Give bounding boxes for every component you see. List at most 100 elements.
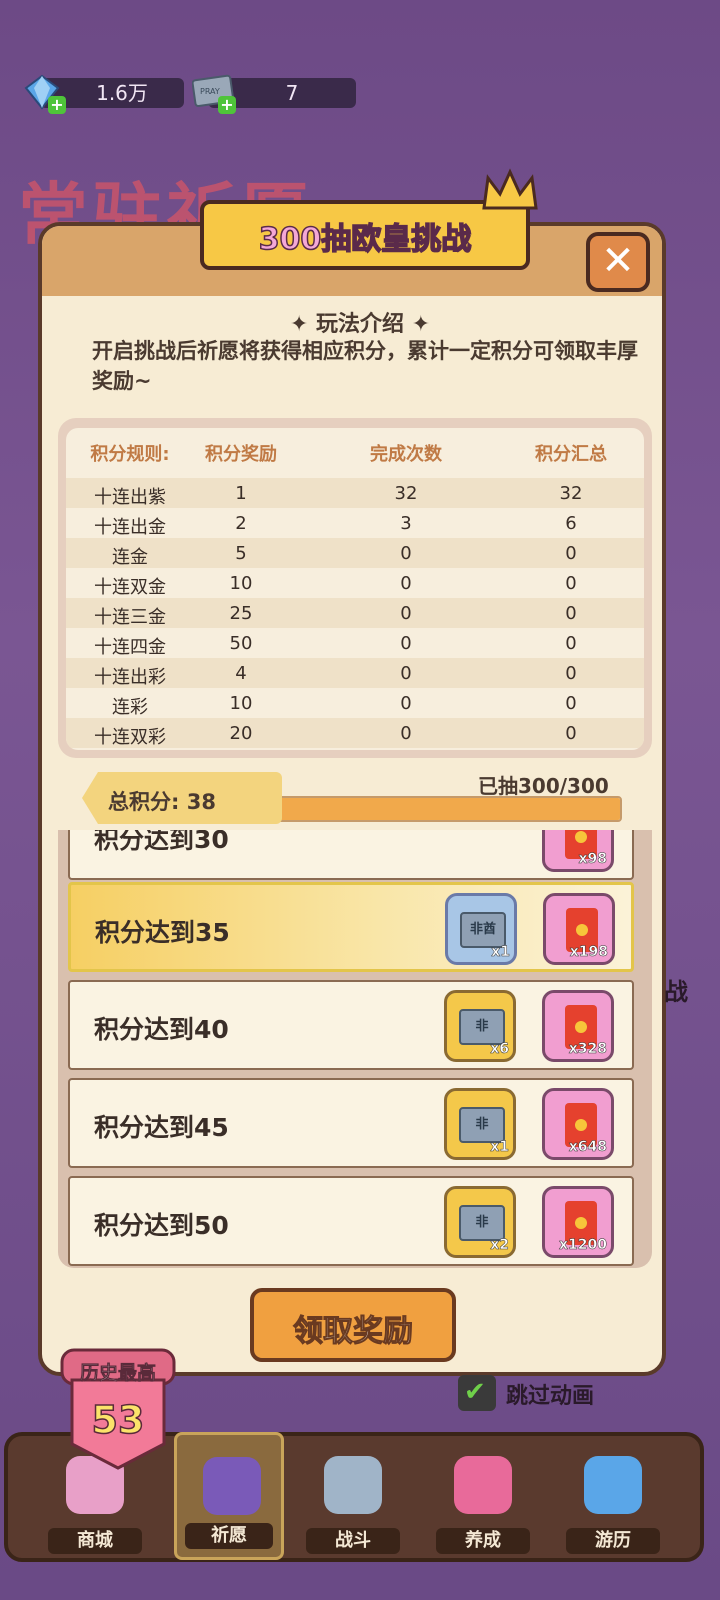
fei-ticket-icon[interactable]: 非酋 x1 <box>445 893 517 965</box>
reward-quantity: x1 <box>491 944 510 961</box>
reward-row[interactable]: 积分达到35 非酋 x1 x198 <box>68 882 634 972</box>
table-row: 十连三金 25 0 0 <box>66 598 644 628</box>
pray-card-icon <box>203 1457 261 1515</box>
reward-quantity: x98 <box>578 851 607 868</box>
progress-fill <box>276 798 620 820</box>
reward-threshold-label: 积分达到30 <box>94 830 229 854</box>
table-cell: 0 <box>565 603 577 624</box>
reward-quantity: x1 <box>490 1139 509 1156</box>
table-cell: 0 <box>565 663 577 684</box>
table-cell: 32 <box>559 483 583 504</box>
nav-label: 养成 <box>436 1528 530 1554</box>
table-cell: 50 <box>229 633 253 654</box>
progress-bar <box>274 796 622 822</box>
table-cell: 十连双金 <box>94 577 166 598</box>
ticket-text: 非酋 <box>469 922 496 937</box>
reward-threshold-label: 积分达到50 <box>94 1211 229 1240</box>
add-gem-button[interactable]: + <box>48 96 66 114</box>
red-envelope-icon[interactable]: x648 <box>542 1088 614 1160</box>
paw-icon <box>454 1456 512 1514</box>
reward-row[interactable]: 积分达到40 非 x6 x328 <box>68 980 634 1070</box>
reward-list[interactable]: 积分达到30 x98 积分达到35 非酋 x1 x198 积分达到40 非 x6 x328 积分达到… <box>58 830 652 1268</box>
fei-ticket-icon[interactable]: 非 x6 <box>444 990 516 1062</box>
table-row: 十连双彩 20 0 0 <box>66 718 644 748</box>
fei-ticket-icon[interactable]: 非 x1 <box>444 1088 516 1160</box>
table-cell: 4 <box>235 663 247 684</box>
table-cell: 1 <box>235 483 247 504</box>
table-cell: 3 <box>400 513 412 534</box>
table-cell: 20 <box>229 723 253 744</box>
close-button[interactable]: ✕ <box>586 232 650 292</box>
crown-icon <box>480 168 540 214</box>
claim-reward-button[interactable]: 领取奖励 <box>250 1288 456 1362</box>
red-envelope-icon[interactable]: x98 <box>542 830 614 872</box>
blue-gem-icon[interactable]: + <box>22 72 66 114</box>
skip-animation-label: 跳过动画 <box>506 1384 595 1409</box>
table-header: 积分规则: 积分奖励 完成次数 积分汇总 <box>66 428 644 470</box>
reward-row[interactable]: 积分达到50 非 x2 x1200 <box>68 1176 634 1266</box>
reward-row[interactable]: 积分达到30 x98 <box>68 830 634 880</box>
pray-ticket-icon[interactable]: PRAY + <box>191 72 236 114</box>
table-cell: 0 <box>400 603 412 624</box>
table-row: 连彩 10 0 0 <box>66 688 644 718</box>
skip-animation-checkbox[interactable]: ✔ <box>458 1375 496 1411</box>
table-cell: 32 <box>394 483 418 504</box>
nav-item-1[interactable]: 祈愿 <box>174 1432 284 1560</box>
reward-quantity: x648 <box>568 1139 607 1156</box>
table-cell: 5 <box>235 543 247 564</box>
reward-quantity: x2 <box>490 1237 509 1254</box>
reward-quantity: x198 <box>569 944 608 961</box>
side-partial-text: 战 <box>664 978 688 1006</box>
fei-ticket-icon[interactable]: 非 x2 <box>444 1186 516 1258</box>
table-cell: 0 <box>565 543 577 564</box>
ticket-shape: 非 <box>459 1009 505 1045</box>
ticket-shape: 非 <box>459 1205 505 1241</box>
table-cell: 0 <box>565 693 577 714</box>
nav-item-2[interactable]: 战斗 <box>298 1450 408 1562</box>
table-cell: 10 <box>229 573 253 594</box>
nav-label: 游历 <box>566 1528 660 1554</box>
header-total: 积分汇总 <box>535 444 607 465</box>
table-row: 十连四金 50 0 0 <box>66 628 644 658</box>
header-rule: 积分规则: <box>90 444 170 465</box>
pray-ticket-icon-text: PRAY <box>200 87 220 96</box>
reward-quantity: x6 <box>490 1041 509 1058</box>
history-best-badge: 历史最高 53 <box>58 1340 178 1470</box>
header-count: 完成次数 <box>370 444 442 465</box>
table-cell: 连金 <box>112 547 148 568</box>
red-envelope-icon[interactable]: x198 <box>543 893 615 965</box>
table-cell: 0 <box>400 663 412 684</box>
table-cell: 25 <box>229 603 253 624</box>
table-cell: 十连双彩 <box>94 727 166 748</box>
pray-ticket-value: 7 <box>285 81 299 105</box>
red-envelope-icon[interactable]: x328 <box>542 990 614 1062</box>
add-pray-ticket-button[interactable]: + <box>218 96 236 114</box>
reward-row[interactable]: 积分达到45 非 x1 x648 <box>68 1078 634 1168</box>
table-row: 十连出彩 4 0 0 <box>66 658 644 688</box>
nav-item-3[interactable]: 养成 <box>428 1450 538 1562</box>
reward-threshold-label: 积分达到40 <box>94 1015 229 1044</box>
map-icon <box>584 1456 642 1514</box>
table-cell: 0 <box>565 573 577 594</box>
nav-item-4[interactable]: 游历 <box>558 1450 668 1562</box>
crossed-swords-icon <box>324 1456 382 1514</box>
table-cell: 十连出金 <box>94 517 166 538</box>
history-label: 历史最高 <box>79 1362 157 1385</box>
check-icon: ✔ <box>464 1377 486 1407</box>
red-envelope-icon[interactable]: x1200 <box>542 1186 614 1258</box>
table-cell: 十连三金 <box>94 607 166 628</box>
table-cell: 0 <box>400 723 412 744</box>
table-row: 连金 5 0 0 <box>66 538 644 568</box>
table-cell: 0 <box>400 543 412 564</box>
score-table: 积分规则: 积分奖励 完成次数 积分汇总 十连出紫 1 32 32 十连出金 2 3 6 连金 5… <box>58 418 652 758</box>
ticket-text: 非 <box>475 1117 489 1132</box>
ticket-text: 非 <box>475 1019 489 1034</box>
nav-label: 战斗 <box>306 1528 400 1554</box>
table-cell: 连彩 <box>112 697 148 718</box>
header-reward: 积分奖励 <box>205 444 277 465</box>
banner-title: 300抽欧皇挑战 <box>258 221 472 258</box>
nav-label: 祈愿 <box>185 1523 273 1549</box>
total-score-label: 总积分: 38 <box>108 790 216 814</box>
table-cell: 十连出紫 <box>94 487 166 508</box>
intro-text: 开启挑战后祈愿将获得相应积分，累计一定积分可领取丰厚奖励~ <box>92 339 638 393</box>
